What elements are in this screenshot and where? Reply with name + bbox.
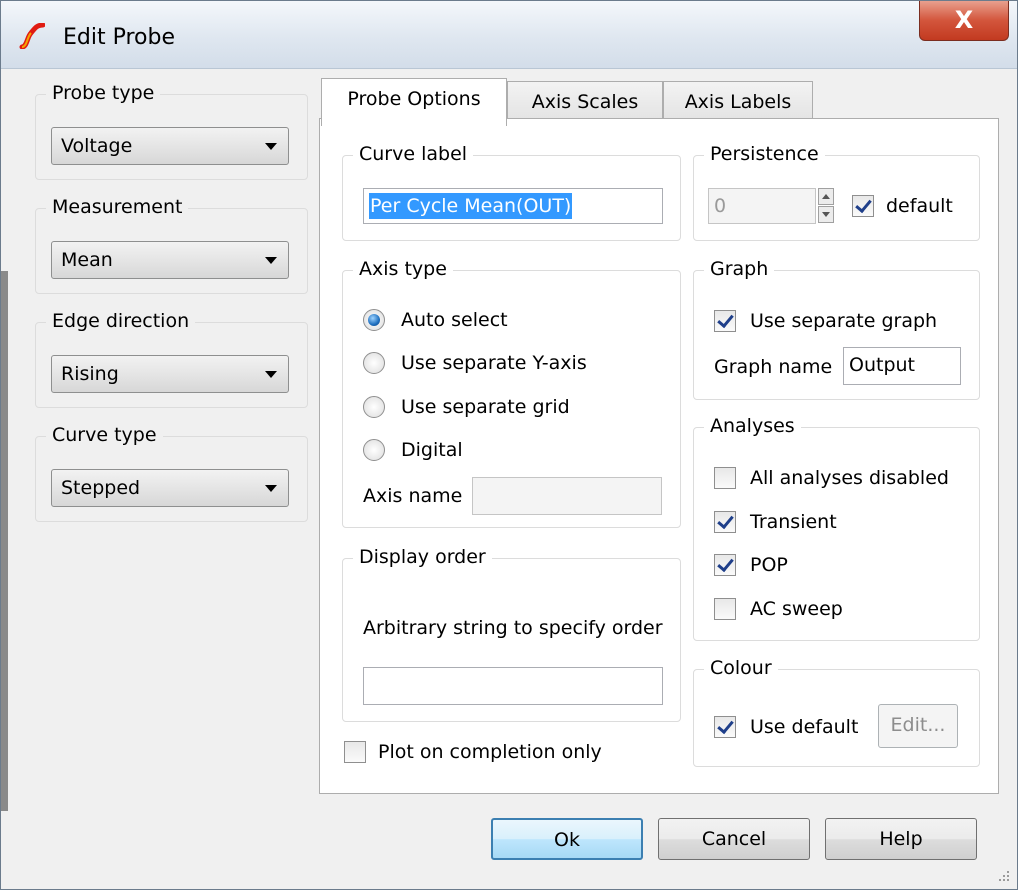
edge-direction-label: Edge direction [46, 309, 196, 333]
spin-up-icon[interactable] [818, 188, 834, 205]
radio-separate-grid[interactable] [363, 396, 385, 418]
radio-digital-label: Digital [401, 439, 463, 461]
ok-label: Ok [554, 829, 580, 851]
tab-axis-scales[interactable]: Axis Scales [507, 81, 663, 123]
axis-name-label: Axis name [363, 485, 463, 507]
graph-name-label: Graph name [714, 356, 833, 378]
edge-direction-group: Edge direction Rising [35, 309, 308, 408]
radio-separate-grid-label: Use separate grid [401, 396, 570, 418]
spin-down-icon[interactable] [818, 206, 834, 223]
analyses-group: Analyses All analyses disabled Transient… [693, 414, 980, 641]
ac-sweep-checkbox[interactable] [714, 598, 736, 620]
probe-type-value: Voltage [61, 135, 133, 157]
title-bar[interactable]: Edit Probe X [1, 1, 1017, 69]
curve-type-value: Stepped [61, 477, 141, 499]
edit-probe-dialog: Edit Probe X Probe type Voltage Measurem… [0, 0, 1018, 890]
persistence-default-label: default [886, 195, 953, 217]
persistence-group: Persistence 0 default [693, 142, 980, 241]
pop-checkbox[interactable] [714, 554, 736, 576]
all-analyses-disabled-label: All analyses disabled [750, 467, 949, 489]
probe-type-group: Probe type Voltage [35, 81, 308, 180]
axis-name-input[interactable] [472, 477, 662, 515]
close-button[interactable]: X [919, 1, 1009, 41]
chevron-down-icon [265, 371, 277, 378]
transient-checkbox[interactable] [714, 511, 736, 533]
transient-label: Transient [750, 511, 837, 533]
curve-type-label: Curve type [46, 423, 163, 447]
measurement-select[interactable]: Mean [51, 241, 289, 279]
close-icon: X [954, 6, 974, 34]
graph-title: Graph [704, 257, 775, 281]
graph-name-input[interactable]: Output [843, 347, 961, 385]
persistence-default-checkbox[interactable] [852, 195, 874, 217]
edit-colour-label: Edit... [890, 714, 946, 736]
plot-on-completion-label: Plot on completion only [378, 741, 602, 763]
probe-options-panel: Curve label Per Cycle Mean(OUT) Persiste… [319, 118, 999, 794]
curve-type-select[interactable]: Stepped [51, 469, 289, 507]
tab-label: Axis Scales [531, 91, 639, 113]
tab-label: Probe Options [347, 88, 481, 110]
graph-group: Graph Use separate graph Graph name Outp… [693, 257, 980, 400]
radio-separate-y-axis[interactable] [363, 352, 385, 374]
chevron-down-icon [265, 257, 277, 264]
radio-auto-select[interactable] [363, 309, 385, 331]
edge-direction-select[interactable]: Rising [51, 355, 289, 393]
measurement-value: Mean [61, 249, 113, 271]
persistence-input[interactable]: 0 [708, 188, 816, 224]
persistence-spinner[interactable] [818, 188, 834, 224]
chevron-down-icon [265, 485, 277, 492]
display-order-input[interactable] [363, 667, 663, 705]
help-label: Help [879, 828, 923, 850]
probe-type-select[interactable]: Voltage [51, 127, 289, 165]
axis-type-group: Axis type Auto select Use separate Y-axi… [342, 257, 681, 528]
axis-type-title: Axis type [353, 257, 453, 281]
resize-grip-icon[interactable] [995, 867, 1011, 883]
all-analyses-disabled-checkbox[interactable] [714, 467, 736, 489]
measurement-group: Measurement Mean [35, 195, 308, 294]
graph-name-value: Output [849, 354, 915, 376]
app-logo-icon [19, 23, 45, 49]
use-default-colour-label: Use default [750, 716, 859, 738]
probe-type-label: Probe type [46, 81, 161, 105]
curve-type-group: Curve type Stepped [35, 423, 308, 522]
radio-separate-y-axis-label: Use separate Y-axis [401, 352, 587, 374]
ac-sweep-label: AC sweep [750, 598, 843, 620]
chevron-down-icon [265, 143, 277, 150]
display-order-hint: Arbitrary string to specify order [363, 617, 663, 639]
help-button[interactable]: Help [825, 818, 977, 860]
plot-on-completion-checkbox[interactable] [344, 741, 366, 763]
cancel-button[interactable]: Cancel [658, 818, 810, 860]
colour-group: Colour Use default Edit... [693, 656, 980, 767]
persistence-value: 0 [714, 195, 727, 217]
display-order-group: Display order Arbitrary string to specif… [342, 545, 681, 722]
cancel-label: Cancel [701, 828, 767, 850]
display-order-title: Display order [353, 545, 492, 569]
window-edge [1, 271, 8, 811]
window-title: Edit Probe [63, 25, 175, 50]
radio-digital[interactable] [363, 439, 385, 461]
curve-label-title: Curve label [353, 142, 474, 166]
curve-label-value: Per Cycle Mean(OUT) [369, 193, 573, 219]
analyses-title: Analyses [704, 414, 801, 438]
persistence-title: Persistence [704, 142, 825, 166]
edit-colour-button[interactable]: Edit... [878, 704, 958, 748]
measurement-label: Measurement [46, 195, 189, 219]
curve-label-input[interactable]: Per Cycle Mean(OUT) [363, 188, 663, 224]
colour-title: Colour [704, 656, 778, 680]
radio-auto-select-label: Auto select [401, 309, 508, 331]
curve-label-group: Curve label Per Cycle Mean(OUT) [342, 142, 681, 241]
tab-label: Axis Labels [684, 91, 792, 113]
edge-direction-value: Rising [61, 363, 119, 385]
use-separate-graph-checkbox[interactable] [714, 310, 736, 332]
pop-label: POP [750, 554, 788, 576]
use-default-colour-checkbox[interactable] [714, 716, 736, 738]
tab-probe-options[interactable]: Probe Options [321, 78, 507, 126]
tab-axis-labels[interactable]: Axis Labels [663, 81, 813, 123]
use-separate-graph-label: Use separate graph [750, 310, 938, 332]
ok-button[interactable]: Ok [491, 818, 643, 860]
